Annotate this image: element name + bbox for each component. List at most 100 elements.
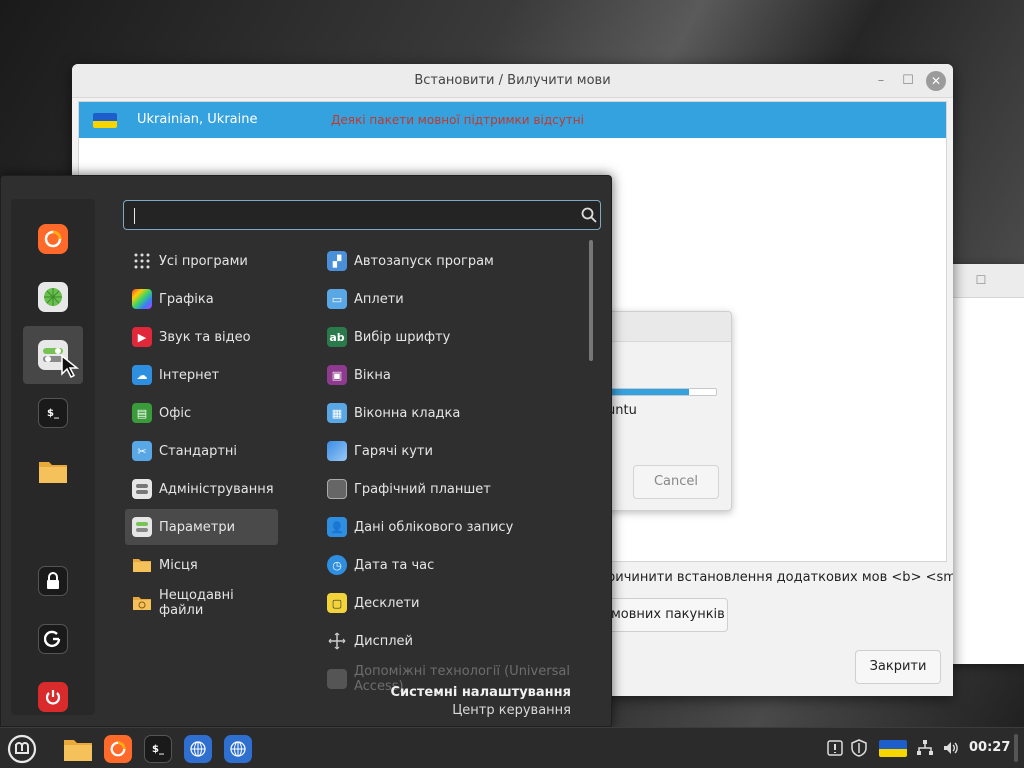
taskbar-terminal[interactable]: $_ (142, 733, 174, 765)
menu-button[interactable] (6, 733, 38, 765)
app-label: Віконна кладка (354, 405, 461, 421)
power-icon (38, 682, 68, 712)
app-label: Гарячі кути (354, 443, 433, 459)
app-font-selection[interactable]: ab Вибір шрифту (321, 319, 586, 355)
folder-icon (132, 555, 152, 575)
list-item[interactable]: Ukrainian, Ukraine Деякі пакети мовної п… (79, 102, 946, 138)
app-desklets[interactable]: ▢ Десклети (321, 585, 586, 621)
app-label: Дані облікового запису (354, 519, 514, 535)
category-label: Місця (159, 557, 198, 573)
favorites-panel: $_ (11, 199, 95, 715)
favorite-files[interactable] (23, 442, 83, 500)
category-label: Стандартні (159, 443, 238, 459)
language-status: Деякі пакети мовної підтримки відсутні (331, 113, 584, 127)
taskbar: $_ 00:27 (0, 727, 1024, 768)
clock[interactable]: 00:27 (969, 740, 1010, 755)
close-icon[interactable]: ✕ (926, 71, 946, 91)
display-icon (327, 631, 347, 651)
window-titlebar[interactable]: Встановити / Вилучити мови – ☐ ✕ (72, 64, 953, 98)
tablet-icon (327, 479, 347, 499)
app-hot-corners[interactable]: Гарячі кути (321, 433, 586, 469)
favorite-lock[interactable] (23, 552, 83, 610)
accessibility-icon (327, 669, 347, 689)
folder-icon (64, 740, 92, 761)
category-accessories[interactable]: ✂ Стандартні (125, 433, 278, 469)
app-windows[interactable]: ▣ Вікна (321, 357, 586, 393)
app-autostart[interactable]: ▞ Автозапуск програм (321, 243, 586, 279)
app-label: Графічний планшет (354, 481, 491, 497)
scrollbar[interactable] (589, 240, 593, 361)
app-date-time[interactable]: ◷ Дата та час (321, 547, 586, 583)
favorite-terminal[interactable]: $_ (23, 384, 83, 442)
category-recent-files[interactable]: Нещодавні файли (125, 585, 278, 621)
search-icon[interactable] (580, 206, 598, 224)
maximize-icon[interactable]: ☐ (974, 273, 988, 287)
logout-icon (38, 624, 68, 654)
favorite-logout[interactable] (23, 610, 83, 668)
category-label: Адміністрування (159, 481, 274, 497)
category-administration[interactable]: Адміністрування (125, 471, 278, 507)
app-label: Дата та час (354, 557, 435, 573)
preferences-icon (132, 517, 152, 537)
taskbar-firefox[interactable] (102, 733, 134, 765)
terminal-icon: $_ (38, 398, 68, 428)
taskbar-window-language-2[interactable] (222, 733, 254, 765)
favorite-power[interactable] (23, 668, 83, 726)
network-icon[interactable] (916, 739, 934, 759)
search-input[interactable] (132, 206, 572, 226)
app-display[interactable]: Дисплей (321, 623, 586, 659)
keyboard-layout-flag-icon[interactable] (879, 740, 907, 760)
category-label: Усі програми (159, 253, 248, 269)
category-all-apps[interactable]: Усі програми (125, 243, 278, 279)
taskbar-files[interactable] (62, 733, 94, 765)
app-label: Вікна (354, 367, 391, 383)
taskbar-window-language-1[interactable] (182, 733, 214, 765)
account-icon: 👤 (327, 517, 347, 537)
category-places[interactable]: Місця (125, 547, 278, 583)
cancel-button[interactable]: Cancel (633, 465, 719, 499)
favorite-network[interactable] (23, 268, 83, 326)
category-office[interactable]: ▤ Офіс (125, 395, 278, 431)
desklets-icon: ▢ (327, 593, 347, 613)
globe-icon (184, 735, 212, 763)
category-label: Звук та відео (159, 329, 251, 345)
network-icon (38, 282, 68, 312)
firefox-icon (38, 224, 68, 254)
volume-icon[interactable] (942, 739, 960, 759)
selected-app-title: Системні налаштування (390, 685, 571, 700)
app-label: Десклети (354, 595, 420, 611)
category-sound-video[interactable]: ▶ Звук та відео (125, 319, 278, 355)
favorite-firefox[interactable] (23, 210, 83, 268)
app-label: Вибір шрифту (354, 329, 451, 345)
graphics-icon (132, 289, 152, 309)
minimize-icon[interactable]: – (871, 71, 891, 91)
maximize-icon[interactable]: ☐ (898, 71, 918, 91)
internet-icon: ☁ (132, 365, 152, 385)
windows-icon: ▣ (327, 365, 347, 385)
search-box[interactable] (123, 200, 601, 230)
app-window-tiling[interactable]: ▦ Віконна кладка (321, 395, 586, 431)
close-button[interactable]: Закрити (855, 650, 941, 684)
show-desktop-button[interactable] (1014, 734, 1018, 762)
shield-icon[interactable] (850, 739, 868, 759)
update-manager-icon[interactable] (826, 739, 844, 759)
app-graphics-tablet[interactable]: Графічний планшет (321, 471, 586, 507)
app-label: Автозапуск програм (354, 253, 494, 269)
category-graphics[interactable]: Графіка (125, 281, 278, 317)
tiling-icon: ▦ (327, 403, 347, 423)
lock-icon (38, 566, 68, 596)
selected-app-description: Центр керування (452, 703, 571, 718)
category-internet[interactable]: ☁ Інтернет (125, 357, 278, 393)
folder-icon (38, 456, 68, 486)
accessories-icon: ✂ (132, 441, 152, 461)
app-label: Дисплей (354, 633, 414, 649)
autostart-icon: ▞ (327, 251, 347, 271)
globe-icon (224, 735, 252, 763)
app-account-details[interactable]: 👤 Дані облікового запису (321, 509, 586, 545)
app-applets[interactable]: ▭ Аплети (321, 281, 586, 317)
grid-icon (132, 251, 152, 271)
category-preferences[interactable]: Параметри (125, 509, 278, 545)
category-label: Графіка (159, 291, 214, 307)
media-icon: ▶ (132, 327, 152, 347)
terminal-icon: $_ (144, 735, 172, 763)
